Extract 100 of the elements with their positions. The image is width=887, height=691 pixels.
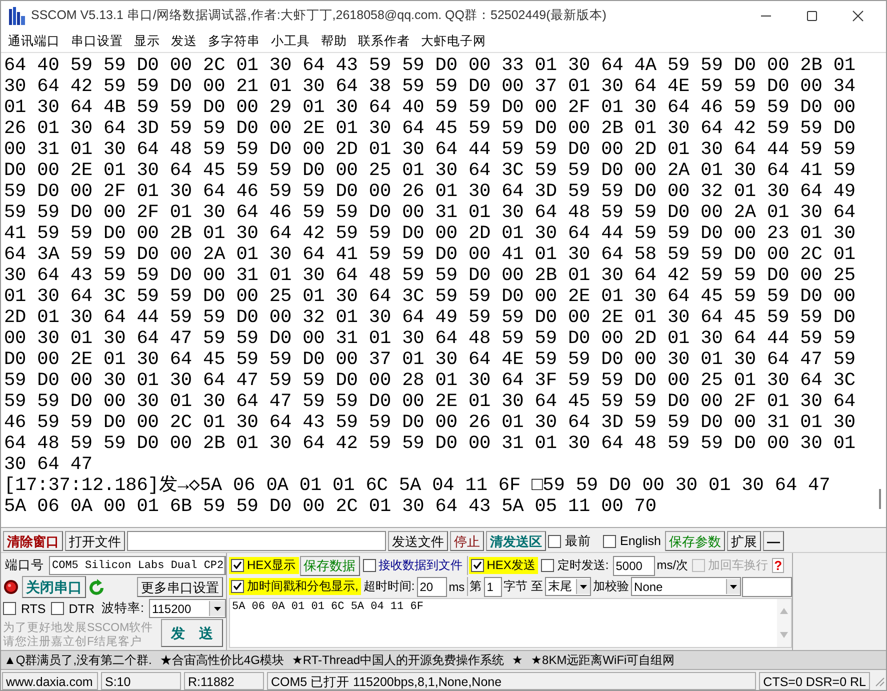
checkbox-label: DTR <box>68 602 96 616</box>
checkbox[interactable] <box>231 559 244 572</box>
log-line: 46 59 59 D0 00 2C 01 30 64 43 59 59 D0 00 26 01 30 64 3D 59 59 D0 00 31 01 30 <box>4 412 856 433</box>
byte-label: 字节 至 <box>502 578 544 595</box>
checkbox[interactable] <box>231 580 244 593</box>
close-port-button[interactable]: 关闭串口 <box>22 576 86 598</box>
save-data-button[interactable]: 保存数据 <box>300 556 360 576</box>
menu-item[interactable]: 联系作者 <box>353 32 416 50</box>
log-line: 59 59 D0 00 2F 01 30 64 46 59 59 D0 00 31 01 30 64 48 59 59 D0 00 2A 01 30 64 <box>4 202 856 223</box>
status-website: www.daxia.com <box>2 672 98 690</box>
ticker-item[interactable]: ★8KM远距离WiFi可自组网 <box>531 652 675 668</box>
log-line: D0 00 2E 01 30 64 45 59 59 D0 00 25 01 30 64 3C 59 59 D0 00 2A 01 30 64 41 59 <box>4 160 856 181</box>
help-mark[interactable]: ? <box>772 558 784 573</box>
ticker-item[interactable]: ★合宙高性价比4G模块 <box>160 652 284 668</box>
send-text: 5A 06 0A 01 01 6C 5A 04 11 6F <box>231 600 424 615</box>
refresh-icon[interactable] <box>89 578 105 596</box>
window-title: SSCOM V5.13.1 串口/网络数据调试器,作者:大虾丁丁,2618058@qq.com. QQ群：52502449(最新版本) <box>31 7 606 24</box>
checksum-label: 加校验 <box>592 578 630 595</box>
stop-button[interactable]: 停止 <box>450 531 484 551</box>
menu-item[interactable]: 通讯端口 <box>3 32 66 50</box>
checkbox-label: English <box>619 534 662 548</box>
byte-prefix: 第 <box>468 578 483 595</box>
menu-item[interactable]: 串口设置 <box>66 32 129 50</box>
log-line: 59 D0 00 30 01 30 64 47 59 59 D0 00 28 01 30 64 3F 59 59 D0 00 25 01 30 64 3C <box>4 370 856 391</box>
byte-start-field[interactable]: 1 <box>484 576 502 596</box>
log-line: 30 64 47 <box>4 454 94 475</box>
checkbox-label: HEX发送 <box>486 557 536 574</box>
baud-label: 波特率: <box>100 600 145 617</box>
log-line: 64 3A 59 59 D0 00 2A 01 30 64 41 59 59 D0 00 41 01 30 64 58 59 59 D0 00 2C 01 <box>4 244 856 265</box>
log-line: 5A 06 0A 00 01 6B 59 59 D0 00 2C 01 30 64 43 5A 05 11 00 70 <box>4 496 658 517</box>
menu-item[interactable]: 多字符串 <box>203 32 266 50</box>
log-line: D0 00 2E 01 30 64 45 59 59 D0 00 37 01 30 64 4E 59 59 D0 00 30 01 30 64 47 59 <box>4 349 856 370</box>
log-line: 01 30 64 4B 59 59 D0 00 29 01 30 64 40 59 59 D0 00 2F 01 30 64 46 59 59 D0 00 <box>4 97 856 118</box>
log-line: 00 30 01 30 64 47 59 59 D0 00 31 01 30 64 48 59 59 D0 00 2D 01 30 64 44 59 59 <box>4 328 856 349</box>
log-line: 59 D0 00 2F 01 30 64 46 59 59 D0 00 26 01 30 64 3D 59 59 D0 00 32 01 30 64 49 <box>4 181 856 202</box>
checkbox-label: HEX显示 <box>246 557 297 574</box>
log-line: 41 59 59 D0 00 2B 01 30 64 42 59 59 D0 00 2D 01 30 64 44 59 59 D0 00 23 01 30 <box>4 223 856 244</box>
log-line: [17:37:12.186]发→◇5A 06 0A 01 01 6C 5A 04 11 6F □59 59 D0 00 30 01 30 64 47 <box>4 475 832 496</box>
checkbox-label: 接收数据到文件 <box>378 557 464 574</box>
port-label: 端口号 <box>4 557 45 574</box>
clear-send-button[interactable]: 清发送区 <box>486 531 546 551</box>
log-line: 26 01 30 64 3D 59 59 D0 00 2E 01 30 64 45 59 59 D0 00 2B 01 30 64 42 59 59 D0 <box>4 118 856 139</box>
status-led-icon <box>3 579 19 595</box>
checkbox-label: 加回车换行 <box>707 557 770 574</box>
status-port: COM5 已打开 115200bps,8,1,None,None <box>267 672 756 690</box>
menu-item[interactable]: 发送 <box>166 32 203 50</box>
baud-select[interactable]: 115200 <box>148 599 226 618</box>
port-select[interactable]: COM5 Silicon Labs Dual CP2 <box>49 556 226 575</box>
maximize-icon[interactable] <box>806 10 818 22</box>
clear-window-button[interactable]: 清除窗口 <box>3 531 63 551</box>
timeout-label: 超时时间: <box>362 578 416 595</box>
checkbox-label: 定时发送: <box>556 557 610 574</box>
checkbox-label: 最前 <box>564 532 592 550</box>
checkbox-label: RTS <box>20 602 47 616</box>
more-settings-button[interactable]: 更多串口设置 <box>137 577 223 597</box>
ticker-item[interactable]: ★ <box>512 653 524 667</box>
promo-text: 请您注册嘉立创F结尾客户 <box>3 635 144 649</box>
checksum-field[interactable] <box>742 576 792 596</box>
menu-item[interactable]: 帮助 <box>316 32 353 50</box>
timeout-field[interactable]: 20 <box>416 576 447 596</box>
menu-item[interactable]: 小工具 <box>266 32 316 50</box>
checkbox[interactable] <box>50 602 64 615</box>
expand-button[interactable]: 扩展 <box>727 531 761 551</box>
send-file-button[interactable]: 发送文件 <box>388 531 448 551</box>
status-sent: S:10 <box>101 672 181 690</box>
collapse-button[interactable]: — <box>763 531 784 551</box>
checkbox[interactable] <box>3 602 16 615</box>
timeout-unit: ms <box>448 580 466 594</box>
promo-text: 为了更好地发展SSCOM软件 <box>3 621 154 635</box>
interval-field[interactable]: 5000 <box>612 556 655 576</box>
checkbox-label: 加时间戳和分包显示, <box>246 578 360 595</box>
byte-end-select[interactable]: 末尾 <box>545 577 592 596</box>
checkbox[interactable] <box>541 559 554 572</box>
ticker-item[interactable]: ★RT-Thread中国人的开源免费操作系统 <box>292 652 504 668</box>
log-line: 64 48 59 59 D0 00 2B 01 30 64 42 59 59 D0 00 31 01 30 64 48 59 59 D0 00 30 01 <box>4 433 856 454</box>
checkbox[interactable] <box>603 534 616 548</box>
log-line: 30 64 42 59 59 D0 00 21 01 30 64 38 59 59 D0 00 37 01 30 64 4E 59 59 D0 00 34 <box>4 76 856 97</box>
close-icon[interactable] <box>852 10 864 22</box>
menu-item[interactable]: 大虾电子网 <box>416 32 492 50</box>
log-line: 01 30 64 3C 59 59 D0 00 25 01 30 64 3C 59 59 D0 00 2E 01 30 64 45 59 59 D0 00 <box>4 286 856 307</box>
file-path-field[interactable] <box>127 531 386 551</box>
resize-grip-icon[interactable] <box>873 674 885 686</box>
log-line: 59 59 D0 00 30 01 30 64 47 59 59 D0 00 2E 01 30 64 45 59 59 D0 00 2F 01 30 64 <box>4 391 856 412</box>
ticker-item[interactable]: ▲Q群满员了,没有第二个群. <box>4 652 152 668</box>
status-lines: CTS=0 DSR=0 RL <box>759 672 870 690</box>
log-line: 00 31 01 30 64 48 59 59 D0 00 2D 01 30 64 44 59 59 D0 00 2D 01 30 64 44 59 59 <box>4 139 856 160</box>
interval-unit: ms/次 <box>656 557 690 574</box>
checksum-select[interactable]: None <box>631 577 742 596</box>
log-line: 30 64 43 59 59 D0 00 31 01 30 64 48 59 59 D0 00 2B 01 30 64 42 59 59 D0 00 25 <box>4 265 856 286</box>
app-logo-icon <box>9 6 25 24</box>
save-params-button[interactable]: 保存参数 <box>665 531 725 551</box>
status-received: R:11882 <box>184 672 264 690</box>
checkbox[interactable] <box>470 559 484 572</box>
menu-item[interactable]: 显示 <box>129 32 166 50</box>
open-file-button[interactable]: 打开文件 <box>65 531 125 551</box>
checkbox[interactable] <box>362 559 376 572</box>
log-line: 2D 01 30 64 44 59 59 D0 00 32 01 30 64 49 59 59 D0 00 2E 01 30 64 45 59 59 D0 <box>4 307 856 328</box>
send-button[interactable]: 发 送 <box>161 619 223 647</box>
log-line: 64 40 59 59 D0 00 2C 01 30 64 43 59 59 D0 00 33 01 30 64 4A 59 59 D0 00 2B 01 <box>4 55 856 76</box>
checkbox[interactable] <box>548 534 561 548</box>
